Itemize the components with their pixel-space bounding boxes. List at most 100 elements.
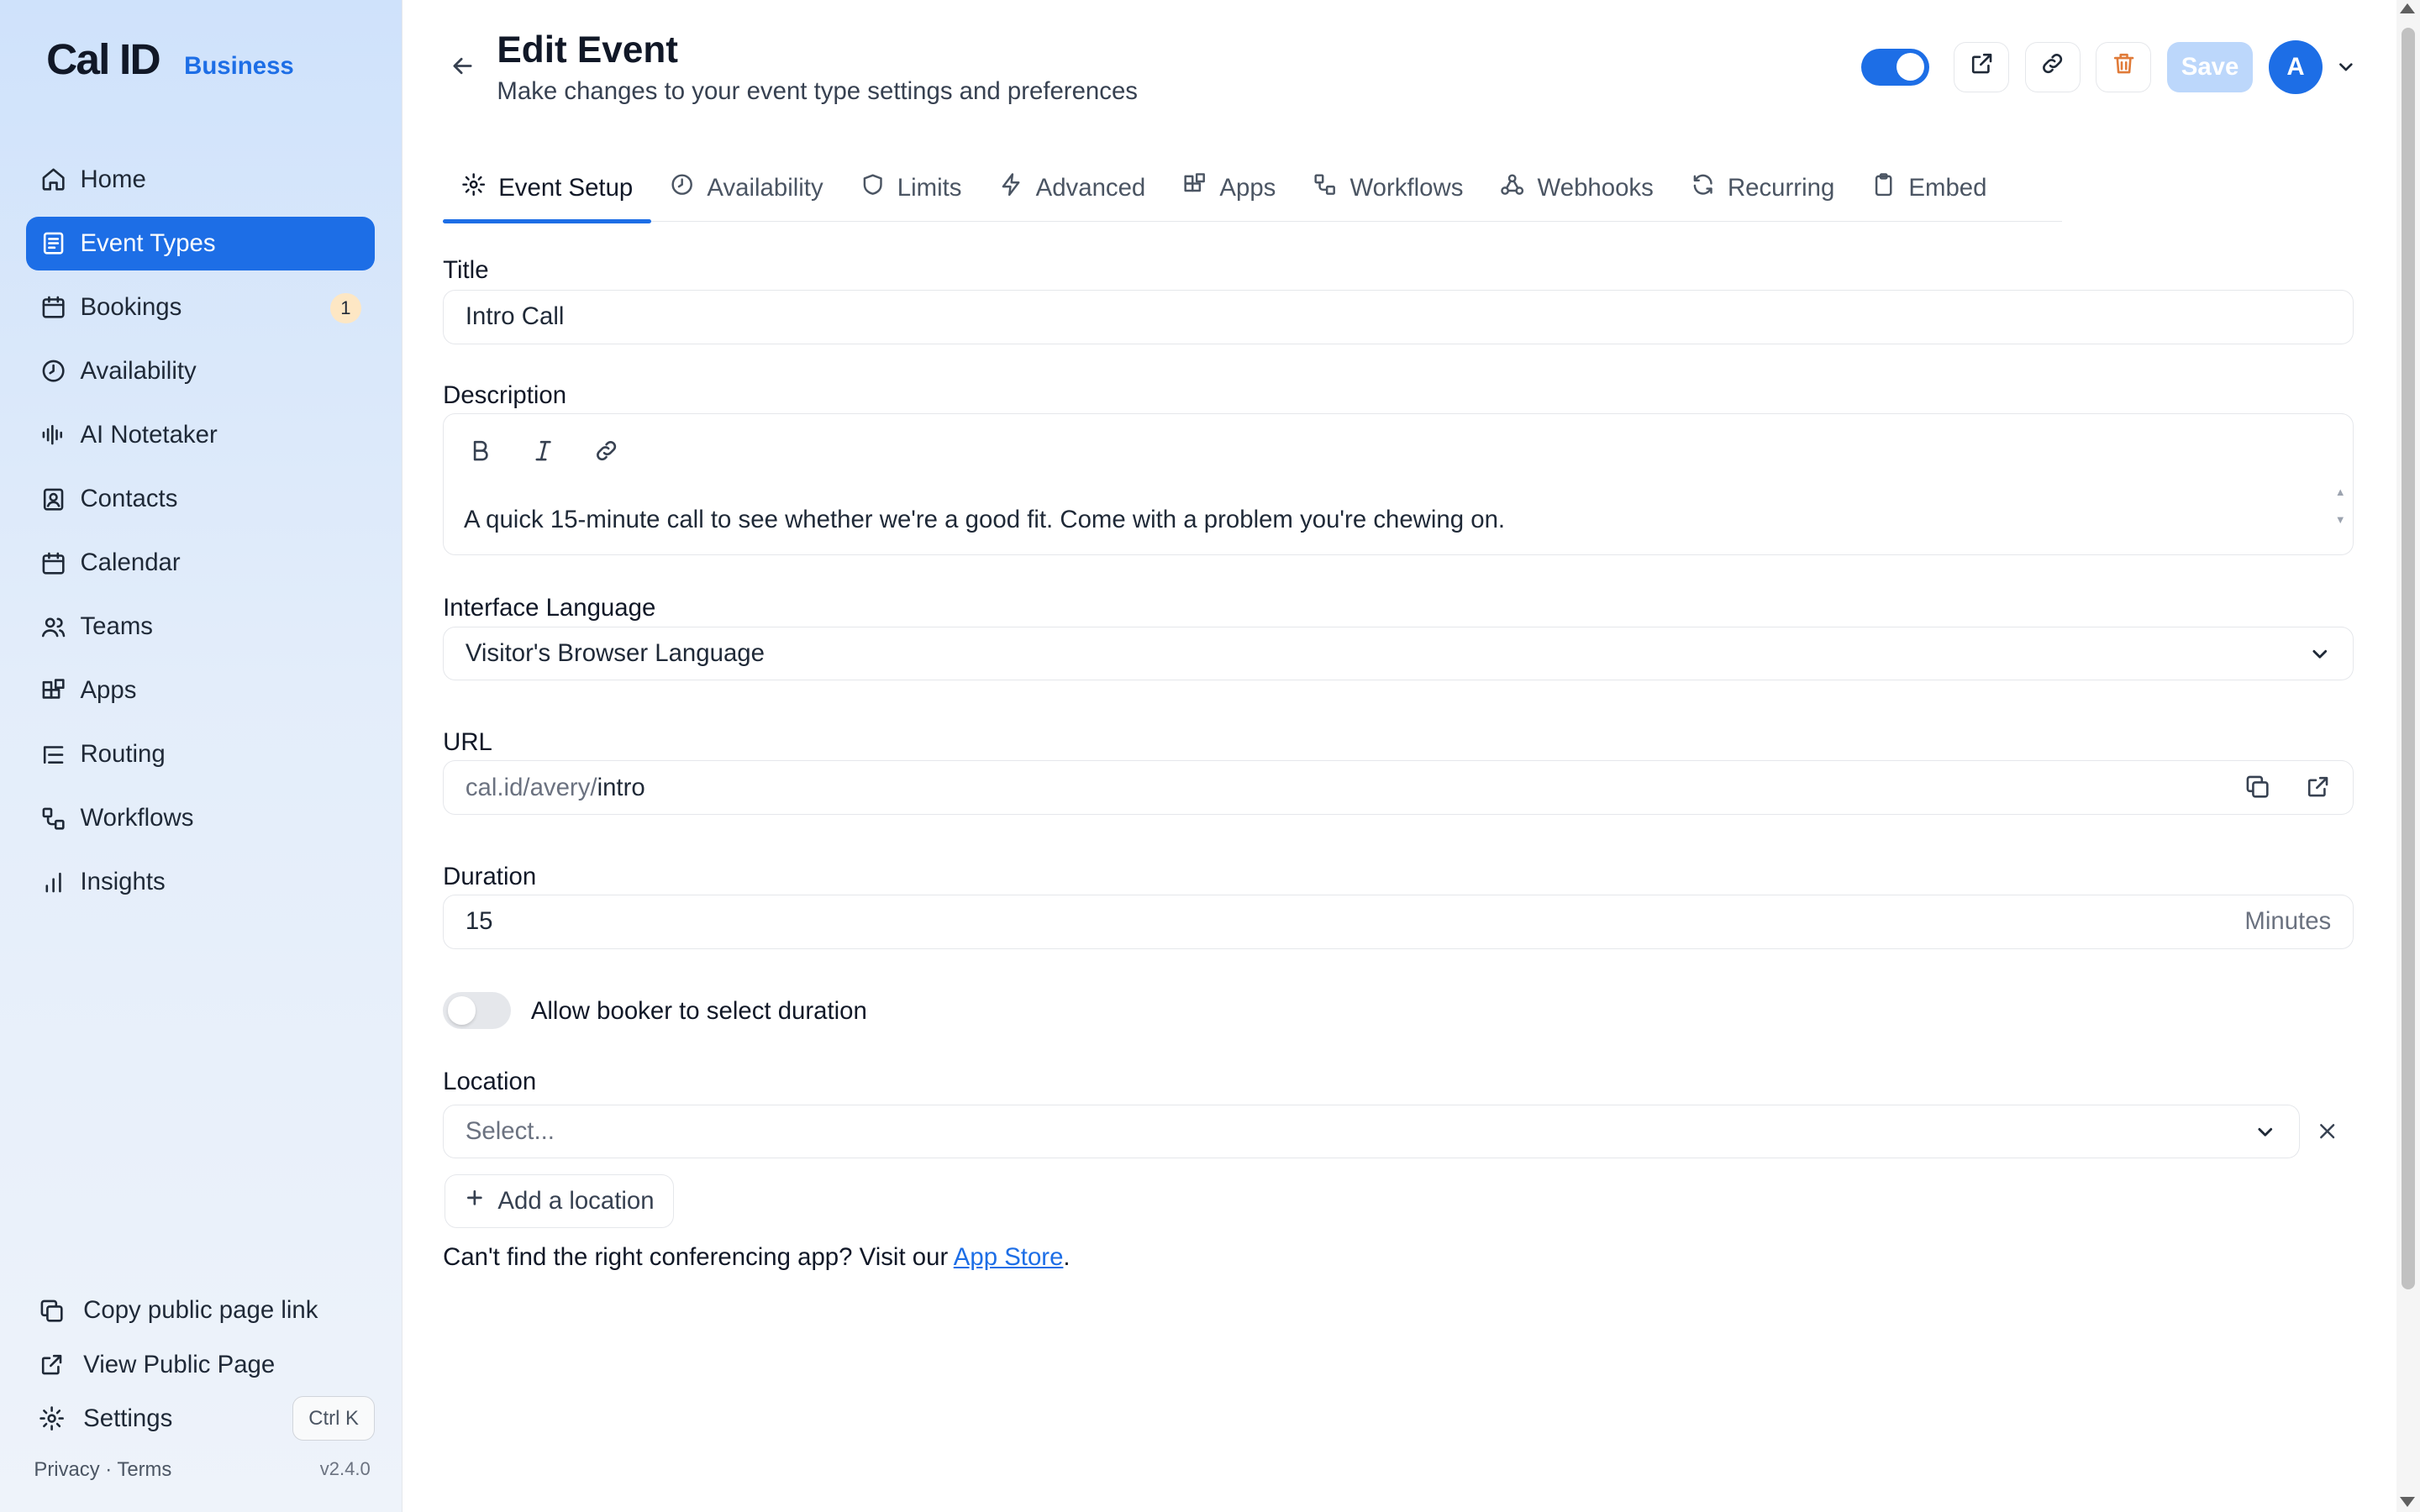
view-public-page-link[interactable]: View Public Page bbox=[26, 1337, 375, 1391]
event-tabs: Event Setup Availability Limits Advanced… bbox=[443, 155, 2062, 224]
link-icon[interactable] bbox=[592, 436, 621, 465]
copy-link-button[interactable] bbox=[2024, 41, 2081, 93]
bold-icon[interactable] bbox=[466, 436, 495, 465]
calendar-icon bbox=[40, 550, 66, 576]
url-actions bbox=[2244, 774, 2331, 806]
tab-label: Advanced bbox=[1035, 174, 1146, 202]
allow-duration-label: Allow booker to select duration bbox=[530, 996, 867, 1025]
lightning-icon bbox=[999, 172, 1023, 203]
description-label: Description bbox=[443, 381, 567, 409]
location-placeholder: Select... bbox=[465, 1117, 555, 1146]
workflows-icon bbox=[40, 806, 66, 832]
back-arrow-icon[interactable] bbox=[449, 52, 476, 80]
tab-label: Apps bbox=[1219, 174, 1276, 202]
close-icon[interactable] bbox=[2315, 1119, 2339, 1143]
url-input[interactable]: cal.id/avery/intro bbox=[443, 760, 2354, 815]
duration-value: 15 bbox=[465, 907, 493, 936]
sidebar-item-apps[interactable]: Apps bbox=[26, 664, 375, 717]
tab-availability[interactable]: Availability bbox=[651, 155, 841, 223]
language-label: Interface Language bbox=[443, 594, 656, 622]
copy-public-link-button[interactable]: Copy public page link bbox=[26, 1284, 375, 1337]
scroll-thumb[interactable] bbox=[2401, 28, 2416, 1290]
legal-links[interactable]: Privacy · Terms bbox=[34, 1458, 171, 1482]
copy-icon[interactable] bbox=[2244, 774, 2270, 806]
sidebar-item-home[interactable]: Home bbox=[26, 153, 375, 207]
save-button[interactable]: Save bbox=[2166, 41, 2254, 93]
tab-workflows[interactable]: Workflows bbox=[1294, 155, 1481, 223]
add-location-button[interactable]: Add a location bbox=[444, 1173, 674, 1228]
duration-label: Duration bbox=[443, 862, 537, 890]
location-select[interactable]: Select... bbox=[443, 1105, 2300, 1159]
tab-advanced[interactable]: Advanced bbox=[981, 155, 1165, 223]
location-label: Location bbox=[443, 1067, 537, 1095]
delete-button[interactable] bbox=[2096, 41, 2152, 93]
description-editor[interactable]: A quick 15-minute call to see whether we… bbox=[443, 413, 2354, 556]
sidebar-item-label: Home bbox=[80, 165, 146, 193]
sidebar-item-calendar[interactable]: Calendar bbox=[26, 536, 375, 590]
routing-icon bbox=[40, 742, 66, 768]
sidebar-item-ai-notetaker[interactable]: AI Notetaker bbox=[26, 408, 375, 462]
settings-link[interactable]: Settings Ctrl K bbox=[26, 1392, 376, 1446]
calendar-icon bbox=[40, 294, 66, 320]
brand-logo: Cal ID bbox=[46, 34, 161, 84]
tab-webhooks[interactable]: Webhooks bbox=[1481, 155, 1671, 223]
page-subtitle: Make changes to your event type settings… bbox=[497, 76, 1138, 105]
tab-limits[interactable]: Limits bbox=[842, 155, 981, 223]
sidebar-item-workflows[interactable]: Workflows bbox=[26, 791, 375, 845]
sidebar-nav: Home Event Types Bookings 1 Availability… bbox=[26, 153, 376, 919]
chevron-down-icon bbox=[2254, 1121, 2277, 1144]
sidebar-item-label: Teams bbox=[80, 612, 153, 641]
sidebar-item-contacts[interactable]: Contacts bbox=[26, 472, 375, 526]
event-types-icon bbox=[40, 230, 66, 256]
description-scrollbar[interactable]: ▲ ▼ bbox=[2334, 486, 2347, 550]
sidebar-bottom: Copy public page link View Public Page S… bbox=[26, 1284, 376, 1446]
contacts-icon bbox=[40, 486, 66, 512]
gear-icon bbox=[39, 1405, 65, 1431]
app-version: v2.4.0 bbox=[319, 1457, 371, 1479]
tab-apps[interactable]: Apps bbox=[1164, 155, 1294, 223]
command-shortcut-button[interactable]: Ctrl K bbox=[292, 1396, 376, 1441]
duration-input[interactable]: 15 Minutes bbox=[443, 895, 2354, 949]
allow-duration-toggle[interactable] bbox=[443, 991, 511, 1030]
title-label: Title bbox=[443, 255, 489, 284]
settings-label: Settings bbox=[83, 1404, 173, 1432]
tab-event-setup[interactable]: Event Setup bbox=[443, 155, 652, 224]
tab-label: Availability bbox=[707, 174, 823, 202]
tab-recurring[interactable]: Recurring bbox=[1672, 155, 1853, 223]
title-input[interactable]: Intro Call bbox=[443, 290, 2354, 344]
sidebar-item-event-types[interactable]: Event Types bbox=[26, 216, 376, 271]
chevron-down-icon[interactable] bbox=[2335, 56, 2357, 78]
language-select[interactable]: Visitor's Browser Language bbox=[443, 626, 2354, 680]
sidebar-item-insights[interactable]: Insights bbox=[26, 855, 375, 909]
scroll-down-icon[interactable] bbox=[2400, 1497, 2416, 1507]
event-enabled-toggle[interactable] bbox=[1861, 48, 1929, 86]
scroll-up-icon[interactable] bbox=[2400, 3, 2416, 13]
home-icon bbox=[40, 166, 66, 192]
page-scrollbar[interactable] bbox=[2396, 0, 2420, 1512]
clipboard-icon bbox=[1871, 172, 1896, 203]
app-store-link[interactable]: App Store bbox=[954, 1243, 1064, 1271]
external-link-icon[interactable] bbox=[2305, 774, 2331, 806]
sidebar-item-bookings[interactable]: Bookings 1 bbox=[26, 281, 375, 334]
tab-label: Workflows bbox=[1349, 174, 1464, 202]
url-label: URL bbox=[443, 727, 492, 756]
brand[interactable]: Cal ID Business bbox=[46, 34, 294, 84]
sidebar-item-label: Bookings bbox=[80, 293, 182, 322]
sidebar-item-availability[interactable]: Availability bbox=[26, 344, 375, 398]
italic-icon[interactable] bbox=[529, 436, 558, 465]
help-end: . bbox=[1063, 1243, 1071, 1272]
link-icon bbox=[2039, 50, 2065, 83]
description-toolbar bbox=[466, 436, 621, 465]
sidebar-item-routing[interactable]: Routing bbox=[26, 727, 375, 781]
avatar[interactable]: A bbox=[2268, 39, 2323, 95]
sidebar-item-teams[interactable]: Teams bbox=[26, 600, 375, 654]
tab-label: Limits bbox=[897, 174, 962, 202]
sidebar-item-label: Availability bbox=[80, 357, 197, 386]
preview-button[interactable] bbox=[1954, 41, 2010, 93]
tab-embed[interactable]: Embed bbox=[1853, 155, 2005, 223]
trash-icon bbox=[2111, 50, 2137, 83]
clock-icon bbox=[40, 358, 66, 384]
copy-link-label: Copy public page link bbox=[83, 1296, 318, 1325]
chevron-down-icon bbox=[2308, 643, 2332, 666]
tab-label: Webhooks bbox=[1537, 174, 1654, 202]
